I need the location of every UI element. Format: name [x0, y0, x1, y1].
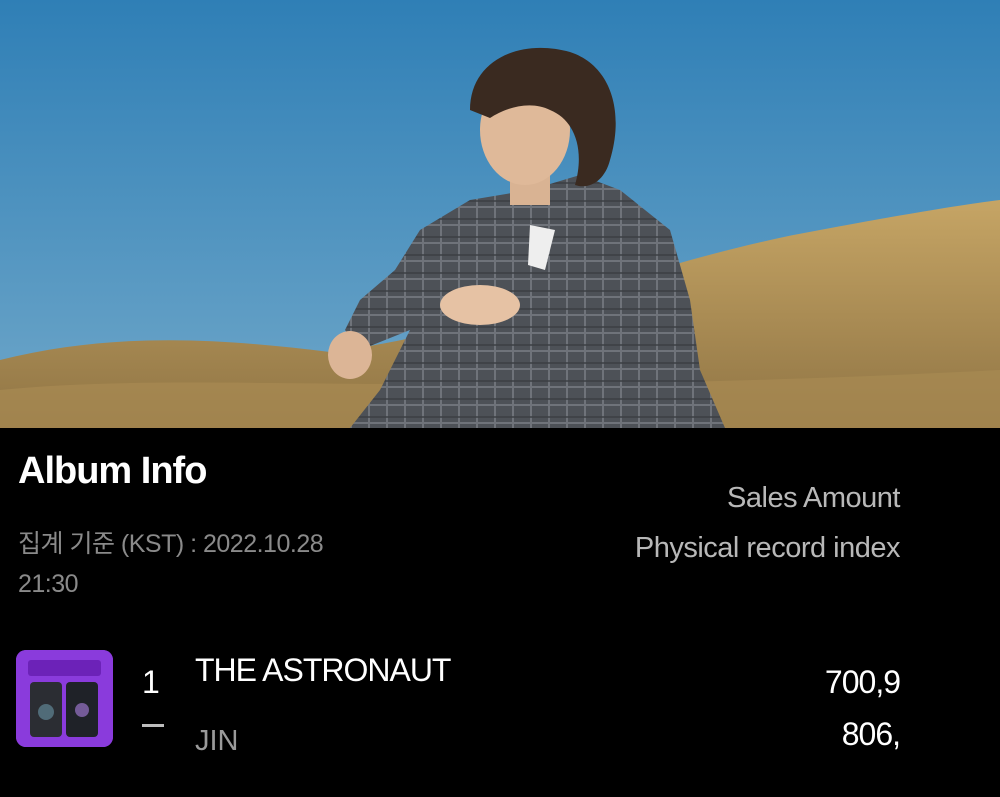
hero-illustration: [0, 0, 1000, 428]
physical-index-value: 806,: [841, 716, 901, 752]
metric-label-physical-index: Physical record index: [634, 532, 901, 564]
sales-amount-value: 700,9: [824, 664, 901, 700]
rank-number: 1: [142, 664, 160, 700]
album-title[interactable]: THE ASTRONAUT: [195, 652, 451, 689]
album-cover[interactable]: [16, 650, 113, 747]
page-title: Album Info: [18, 450, 207, 492]
artist-name[interactable]: JIN: [195, 725, 239, 758]
aggregation-basis-timestamp: 집계 기준 (KST) : 2022.10.28 21:30: [18, 530, 324, 598]
metric-label-sales-amount: Sales Amount: [727, 482, 900, 514]
rank-no-change-icon: [142, 724, 164, 727]
hero-photo: [0, 0, 1000, 428]
album-info-panel: Album Info 집계 기준 (KST) : 2022.10.28 21:3…: [0, 428, 1000, 797]
